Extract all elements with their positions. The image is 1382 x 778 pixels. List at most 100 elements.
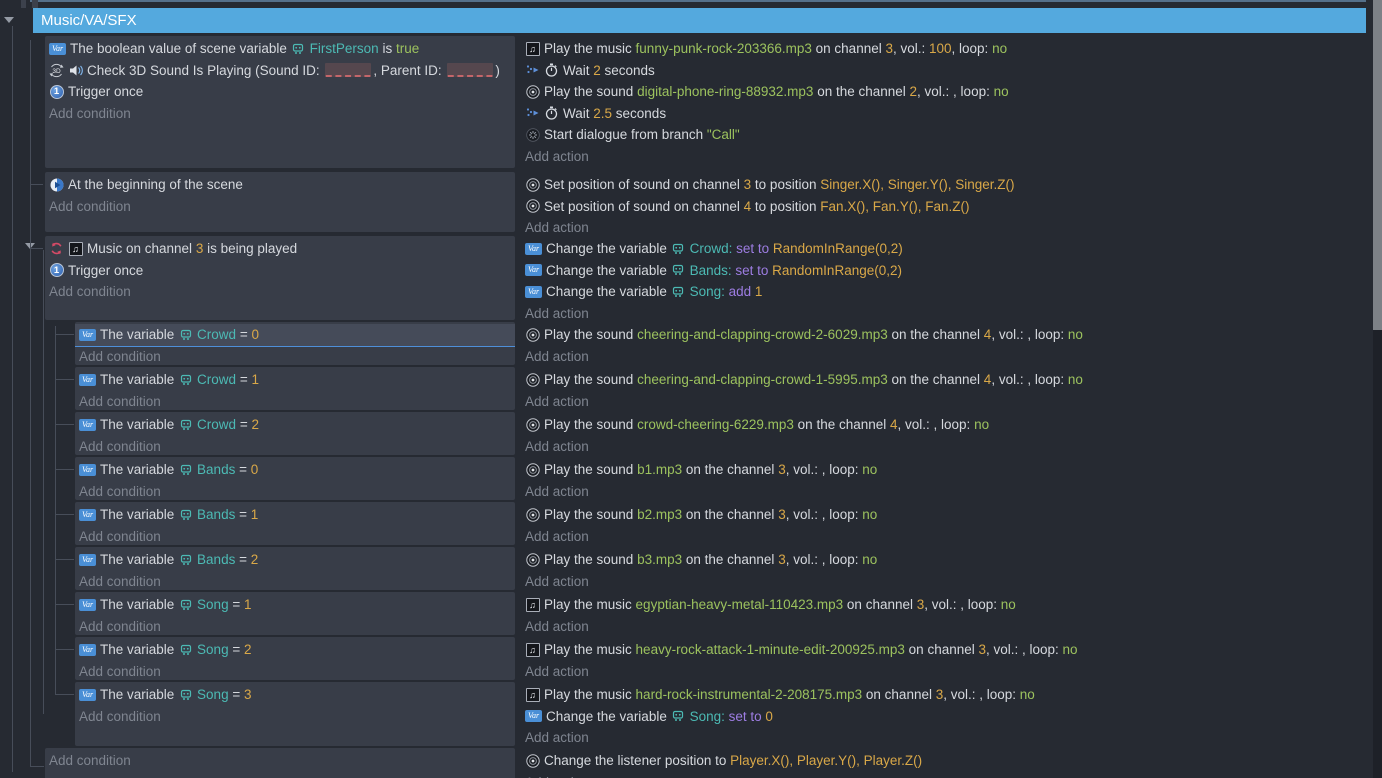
trigger-once-icon: 1	[49, 263, 64, 278]
action-line[interactable]: VarChange the variable Song: add 1	[525, 281, 1373, 303]
tree-line	[55, 694, 74, 695]
variable-ref-icon	[178, 507, 193, 522]
music-file-icon: ♫	[525, 41, 540, 56]
variable-ref-icon	[671, 284, 686, 299]
add-condition-button[interactable]: Add condition	[79, 526, 511, 546]
condition-line[interactable]: 1Trigger once	[49, 260, 511, 282]
add-condition-button[interactable]: Add condition	[79, 391, 511, 411]
rule-row: VarThe variable Crowd = 2Add condition Pl…	[0, 412, 1373, 455]
action-line[interactable]: VarChange the variable Bands: set to Ran…	[525, 260, 1373, 282]
previous-section-edge	[30, 0, 1366, 2]
action-line[interactable]: Play the sound cheering-and-clapping-cro…	[525, 324, 1373, 346]
condition-line[interactable]: VarThe variable Song = 1	[79, 594, 511, 616]
action-line[interactable]: Play the sound b1.mp3 on the channel 3, …	[525, 459, 1373, 481]
add-action-button[interactable]: Add action	[525, 391, 1373, 411]
action-line[interactable]: ♫Play the music funny-punk-rock-203366.m…	[525, 38, 1373, 60]
stopwatch-icon	[544, 63, 559, 78]
add-action-button[interactable]: Add action	[525, 661, 1373, 681]
section-header[interactable]: Music/VA/SFX	[33, 8, 1366, 33]
action-line[interactable]: VarChange the variable Crowd: set to Ran…	[525, 238, 1373, 260]
add-condition-button[interactable]: Add condition	[49, 281, 511, 303]
add-condition-button[interactable]: Add condition	[49, 196, 511, 218]
add-condition-button[interactable]: Add condition	[79, 706, 511, 728]
condition-line[interactable]: VarThe variable Crowd = 2	[79, 414, 511, 436]
add-action-button[interactable]: Add action	[525, 772, 1373, 778]
add-condition-button[interactable]: Add condition	[79, 346, 511, 366]
var-badge-icon: Var	[79, 687, 96, 702]
speaker-icon	[68, 63, 83, 78]
actions-area: Set position of sound on channel 3 to po…	[525, 172, 1373, 232]
add-action-button[interactable]: Add action	[525, 727, 1373, 746]
section-title: Music/VA/SFX	[41, 12, 137, 29]
add-action-button[interactable]: Add action	[525, 616, 1373, 636]
condition-line[interactable]: VarThe variable Song = 2	[79, 639, 511, 661]
add-condition-button[interactable]: Add condition	[49, 750, 511, 772]
play-scene-icon	[49, 177, 64, 192]
actions-area: Play the sound crowd-cheering-6229.mp3 o…	[525, 412, 1373, 455]
action-line[interactable]: Change the listener position to Player.X…	[525, 750, 1373, 772]
rule-row: VarThe boolean value of scene variable F…	[0, 36, 1373, 168]
condition-line[interactable]: At the beginning of the scene	[49, 174, 511, 196]
scrollbar-thumb[interactable]	[1373, 0, 1382, 330]
action-line[interactable]: Play the sound b3.mp3 on the channel 3, …	[525, 549, 1373, 571]
add-condition-button[interactable]: Add condition	[79, 661, 511, 681]
actions-area: ♫Play the music egyptian-heavy-metal-110…	[525, 592, 1373, 635]
variable-ref-icon	[178, 552, 193, 567]
add-action-button[interactable]: Add action	[525, 146, 1373, 168]
sound-3d-icon: 3D	[49, 63, 64, 78]
tree-remnant	[21, 0, 26, 8]
action-line[interactable]: Play the sound b2.mp3 on the channel 3, …	[525, 504, 1373, 526]
condition-line[interactable]: VarThe variable Bands = 1	[79, 504, 511, 526]
action-line[interactable]: Wait 2.5 seconds	[525, 103, 1373, 125]
conditions-card: VarThe variable Song = 3Add condition	[75, 682, 515, 746]
add-condition-button[interactable]: Add condition	[79, 436, 511, 456]
action-line[interactable]: Play the sound crowd-cheering-6229.mp3 o…	[525, 414, 1373, 436]
condition-line[interactable]: VarThe variable Bands = 0	[79, 459, 511, 481]
action-line[interactable]: Wait 2 seconds	[525, 60, 1373, 82]
variable-ref-icon	[178, 327, 193, 342]
add-action-button[interactable]: Add action	[525, 526, 1373, 546]
add-condition-button[interactable]: Add condition	[49, 103, 511, 125]
action-line[interactable]: ♫Play the music heavy-rock-attack-1-minu…	[525, 639, 1373, 661]
add-action-button[interactable]: Add action	[525, 346, 1373, 366]
condition-line[interactable]: VarThe variable Bands = 2	[79, 549, 511, 571]
wait-path-icon	[525, 106, 540, 121]
add-condition-button[interactable]: Add condition	[79, 481, 511, 501]
action-line[interactable]: Set position of sound on channel 4 to po…	[525, 196, 1373, 218]
condition-line[interactable]: VarThe boolean value of scene variable F…	[49, 38, 511, 60]
action-line[interactable]: VarChange the variable Song: set to 0	[525, 706, 1373, 728]
rule-row: VarThe variable Crowd = 1Add condition Pl…	[0, 367, 1373, 410]
trigger-editor: Music/VA/SFX VarThe boolean value of sce…	[0, 0, 1382, 778]
add-condition-button[interactable]: Add condition	[79, 616, 511, 636]
add-action-button[interactable]: Add action	[525, 303, 1373, 321]
condition-line[interactable]: 3DCheck 3D Sound Is Playing (Sound ID: ,…	[49, 60, 511, 82]
add-action-button[interactable]: Add action	[525, 217, 1373, 232]
action-line[interactable]: Set position of sound on channel 3 to po…	[525, 174, 1373, 196]
action-line[interactable]: Start dialogue from branch "Call"	[525, 124, 1373, 146]
variable-ref-icon	[671, 241, 686, 256]
condition-line[interactable]: ♫Music on channel 3 is being played	[49, 238, 511, 260]
add-action-button[interactable]: Add action	[525, 571, 1373, 591]
action-line[interactable]: Play the sound cheering-and-clapping-cro…	[525, 369, 1373, 391]
tree-line	[55, 604, 74, 605]
collapse-chevron-icon[interactable]	[4, 17, 14, 23]
var-badge-icon: Var	[79, 552, 96, 567]
rule-row: VarThe variable Song = 2Add condition ♫Pl…	[0, 637, 1373, 680]
id-field[interactable]	[447, 63, 493, 77]
actions-area: Change the listener position to Player.X…	[525, 748, 1373, 778]
condition-line[interactable]: VarThe variable Crowd = 1	[79, 369, 511, 391]
actions-area: Play the sound b3.mp3 on the channel 3, …	[525, 547, 1373, 590]
trigger-once-icon: 1	[49, 84, 64, 99]
condition-line[interactable]: VarThe variable Song = 3	[79, 684, 511, 706]
condition-line[interactable]: VarThe variable Crowd = 0	[75, 324, 515, 346]
action-line[interactable]: ♫Play the music egyptian-heavy-metal-110…	[525, 594, 1373, 616]
conditions-card: At the beginning of the sceneAdd conditi…	[45, 172, 515, 232]
add-action-button[interactable]: Add action	[525, 436, 1373, 456]
add-condition-button[interactable]: Add condition	[79, 571, 511, 591]
id-field[interactable]	[325, 63, 371, 77]
condition-line[interactable]: 1Trigger once	[49, 81, 511, 103]
action-line[interactable]: ♫Play the music hard-rock-instrumental-2…	[525, 684, 1373, 706]
action-line[interactable]: Play the sound digital-phone-ring-88932.…	[525, 81, 1373, 103]
add-action-button[interactable]: Add action	[525, 481, 1373, 501]
rule-row: Add condition Change the listener positio…	[0, 748, 1373, 778]
